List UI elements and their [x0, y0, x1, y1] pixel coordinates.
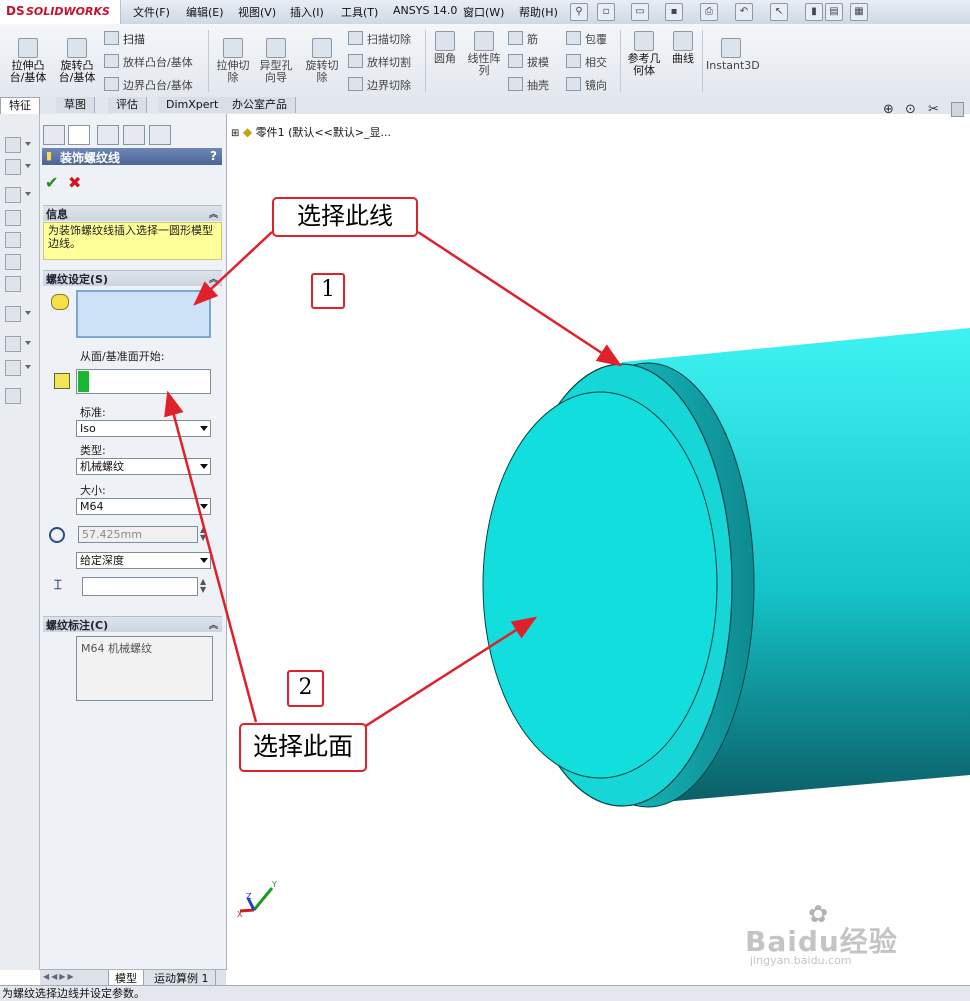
callout-select-line: 选择此线: [272, 197, 418, 237]
y-axis-line: [252, 887, 274, 911]
axis-label-y: Y: [272, 880, 277, 889]
arrow-to-cylinder-edge: [417, 230, 623, 367]
axis-label-z: Z: [246, 892, 252, 901]
watermark-url: jingyan.baidu.com: [750, 954, 852, 967]
axis-label-x: X: [237, 910, 243, 919]
annotation-arrows: [164, 230, 623, 729]
arrow-to-edge-box: [193, 231, 273, 306]
arrow-to-end-face: [363, 616, 538, 729]
callout-number-2: 2: [287, 670, 324, 707]
callout-number-1: 1: [311, 273, 345, 309]
arrow-to-face-box: [164, 390, 258, 723]
callout-select-face: 选择此面: [239, 723, 367, 772]
